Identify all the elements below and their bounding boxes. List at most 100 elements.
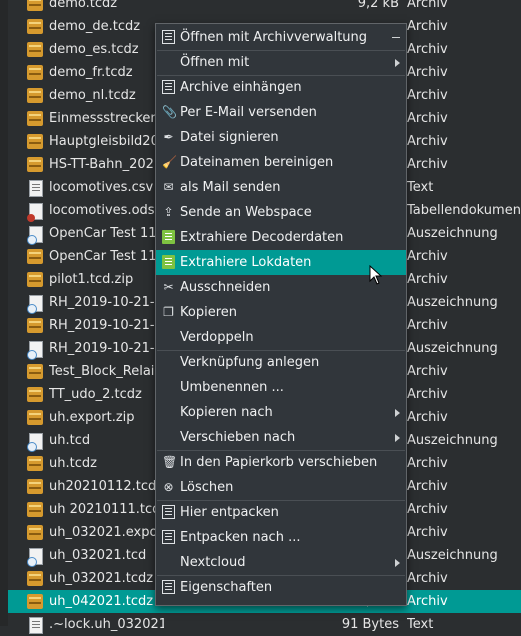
file-name: locomotives.ods <box>49 203 155 218</box>
menu-item[interactable]: 📎 Per E-Mail versenden <box>156 100 406 125</box>
scissors-icon: ✂ <box>163 280 174 294</box>
file-name: uh_032021.expo <box>49 525 158 540</box>
file-type: Archiv <box>407 88 448 103</box>
archive-file-icon <box>27 594 43 609</box>
menu-item-label: Extrahiere Decoderdaten <box>180 230 344 245</box>
menu-item[interactable]: Öffnen mit Archivverwaltung <box>156 25 406 50</box>
file-type: Archiv <box>407 387 448 402</box>
file-name: uh_042021.tcdz <box>49 594 154 609</box>
menu-item[interactable]: Verknüpfung anlegen <box>156 350 406 375</box>
file-name: Einmessstrecken <box>49 111 159 126</box>
archive-file-icon <box>27 410 43 425</box>
menu-item[interactable]: ⇪ Sende an Webspace <box>156 200 406 225</box>
file-type: Archiv <box>407 318 448 333</box>
menu-item[interactable]: Entpacken nach ... <box>156 525 406 550</box>
file-type: Archiv <box>407 111 448 126</box>
archive-file-icon <box>27 42 43 57</box>
file-type: Auszeichnung <box>407 433 498 448</box>
file-type: Archiv <box>407 525 448 540</box>
menu-item-label: Löschen <box>180 480 234 495</box>
menu-item-label: Verdoppeln <box>180 330 254 345</box>
file-row[interactable]: .~lock.uh_032021.tcd# 91 Bytes Text <box>8 613 521 636</box>
menu-item[interactable]: Eigenschaften <box>156 575 406 600</box>
file-name: locomotives.csv <box>49 180 154 195</box>
file-name: uh 20210111.tcd <box>49 502 161 517</box>
file-name: demo_nl.tcdz <box>49 88 136 103</box>
markup-file-icon <box>27 295 43 314</box>
archive-file-icon <box>27 0 43 11</box>
menu-item-label: Extrahiere Lokdaten <box>180 255 312 270</box>
menu-item[interactable]: Nextcloud <box>156 550 406 575</box>
mount-archive-icon <box>162 80 175 94</box>
archive-file-icon <box>27 502 43 517</box>
menu-item[interactable]: Umbenennen ... <box>156 375 406 400</box>
file-type: Archiv <box>407 157 448 172</box>
broom-icon: 🧹 <box>162 155 177 169</box>
archive-file-icon <box>27 272 43 287</box>
file-type: Archiv <box>407 0 448 11</box>
extract-here-icon <box>162 505 175 519</box>
menu-item[interactable]: ⊗ Löschen <box>156 475 406 500</box>
file-name: demo_de.tcdz <box>49 19 141 34</box>
menu-item[interactable]: Kopieren nach <box>156 400 406 425</box>
archive-manager-icon <box>162 30 175 44</box>
sheet-file-icon <box>27 203 43 222</box>
file-type: Archiv <box>407 19 448 34</box>
menu-item[interactable]: ✒ Datei signieren <box>156 125 406 150</box>
file-type: Archiv <box>407 249 448 264</box>
menu-item-label: Umbenennen ... <box>180 380 284 395</box>
markup-file-icon <box>27 548 43 567</box>
menu-item[interactable]: Archive einhängen <box>156 75 406 100</box>
file-type: Archiv <box>407 410 448 425</box>
file-name: RH_2019-10-21- <box>49 341 155 356</box>
green-doc-icon <box>162 230 175 244</box>
archive-file-icon <box>27 571 43 586</box>
menu-item-label: Verknüpfung anlegen <box>180 355 320 370</box>
file-type: Text <box>407 617 434 632</box>
menu-item[interactable]: 🧹 Dateinamen bereinigen <box>156 150 406 175</box>
file-type: Archiv <box>407 479 448 494</box>
menu-item[interactable]: Verdoppeln <box>156 325 406 350</box>
menu-item[interactable]: ❐ Kopieren <box>156 300 406 325</box>
file-name: Hauptgleisbild20 <box>49 134 159 149</box>
context-menu[interactable]: Öffnen mit Archivverwaltung Öffnen mit Arc… <box>155 23 407 606</box>
archive-file-icon <box>27 65 43 80</box>
archive-file-icon <box>27 364 43 379</box>
file-row[interactable]: demo.tcdz 9,2 kB Archiv <box>8 0 521 15</box>
file-name: .~lock.uh_032021.tcd# <box>49 617 164 632</box>
menu-item[interactable]: Öffnen mit <box>156 50 406 75</box>
menu-item[interactable]: ✉ als Mail senden <box>156 175 406 200</box>
copy-icon: ❐ <box>163 305 174 319</box>
file-name: uh.tcd <box>49 433 91 448</box>
archive-file-icon <box>27 157 43 172</box>
menu-item-label: In den Papierkorb verschieben <box>180 455 378 470</box>
archive-file-icon <box>27 479 43 494</box>
file-type: Archiv <box>407 134 448 149</box>
file-size: 9,2 kB <box>357 0 399 11</box>
menu-item[interactable]: Extrahiere Decoderdaten <box>156 225 406 250</box>
file-type: Text <box>407 180 434 195</box>
mail-globe-icon: ✉ <box>163 180 174 194</box>
menu-item-label: Öffnen mit Archivverwaltung <box>180 30 368 45</box>
submenu-arrow-icon <box>395 59 400 67</box>
file-type: Archiv <box>407 456 448 471</box>
file-name: TT_udo_2.tcdz <box>49 387 142 402</box>
file-type: Archiv <box>407 42 448 57</box>
menu-item-label: Hier entpacken <box>180 505 279 520</box>
trash-icon: 🗑 <box>162 455 178 469</box>
file-type: Archiv <box>407 272 448 287</box>
menu-item[interactable]: 🗑 In den Papierkorb verschieben <box>156 450 406 475</box>
menu-item-label: Per E-Mail versenden <box>180 105 317 120</box>
menu-item[interactable]: Hier entpacken <box>156 500 406 525</box>
file-name: pilot1.tcd.zip <box>49 272 134 287</box>
minimize-icon[interactable] <box>392 37 400 38</box>
menu-item-label: Öffnen mit <box>180 55 250 70</box>
menu-item-label: Entpacken nach ... <box>180 530 301 545</box>
menu-item-label: Verschieben nach <box>180 430 296 445</box>
file-name: HS-TT-Bahn_2021 <box>49 157 163 172</box>
menu-item[interactable]: Verschieben nach <box>156 425 406 450</box>
archive-file-icon <box>27 525 43 540</box>
markup-file-icon <box>27 433 43 452</box>
archive-file-icon <box>27 111 43 126</box>
file-size: 91 Bytes <box>341 617 399 632</box>
